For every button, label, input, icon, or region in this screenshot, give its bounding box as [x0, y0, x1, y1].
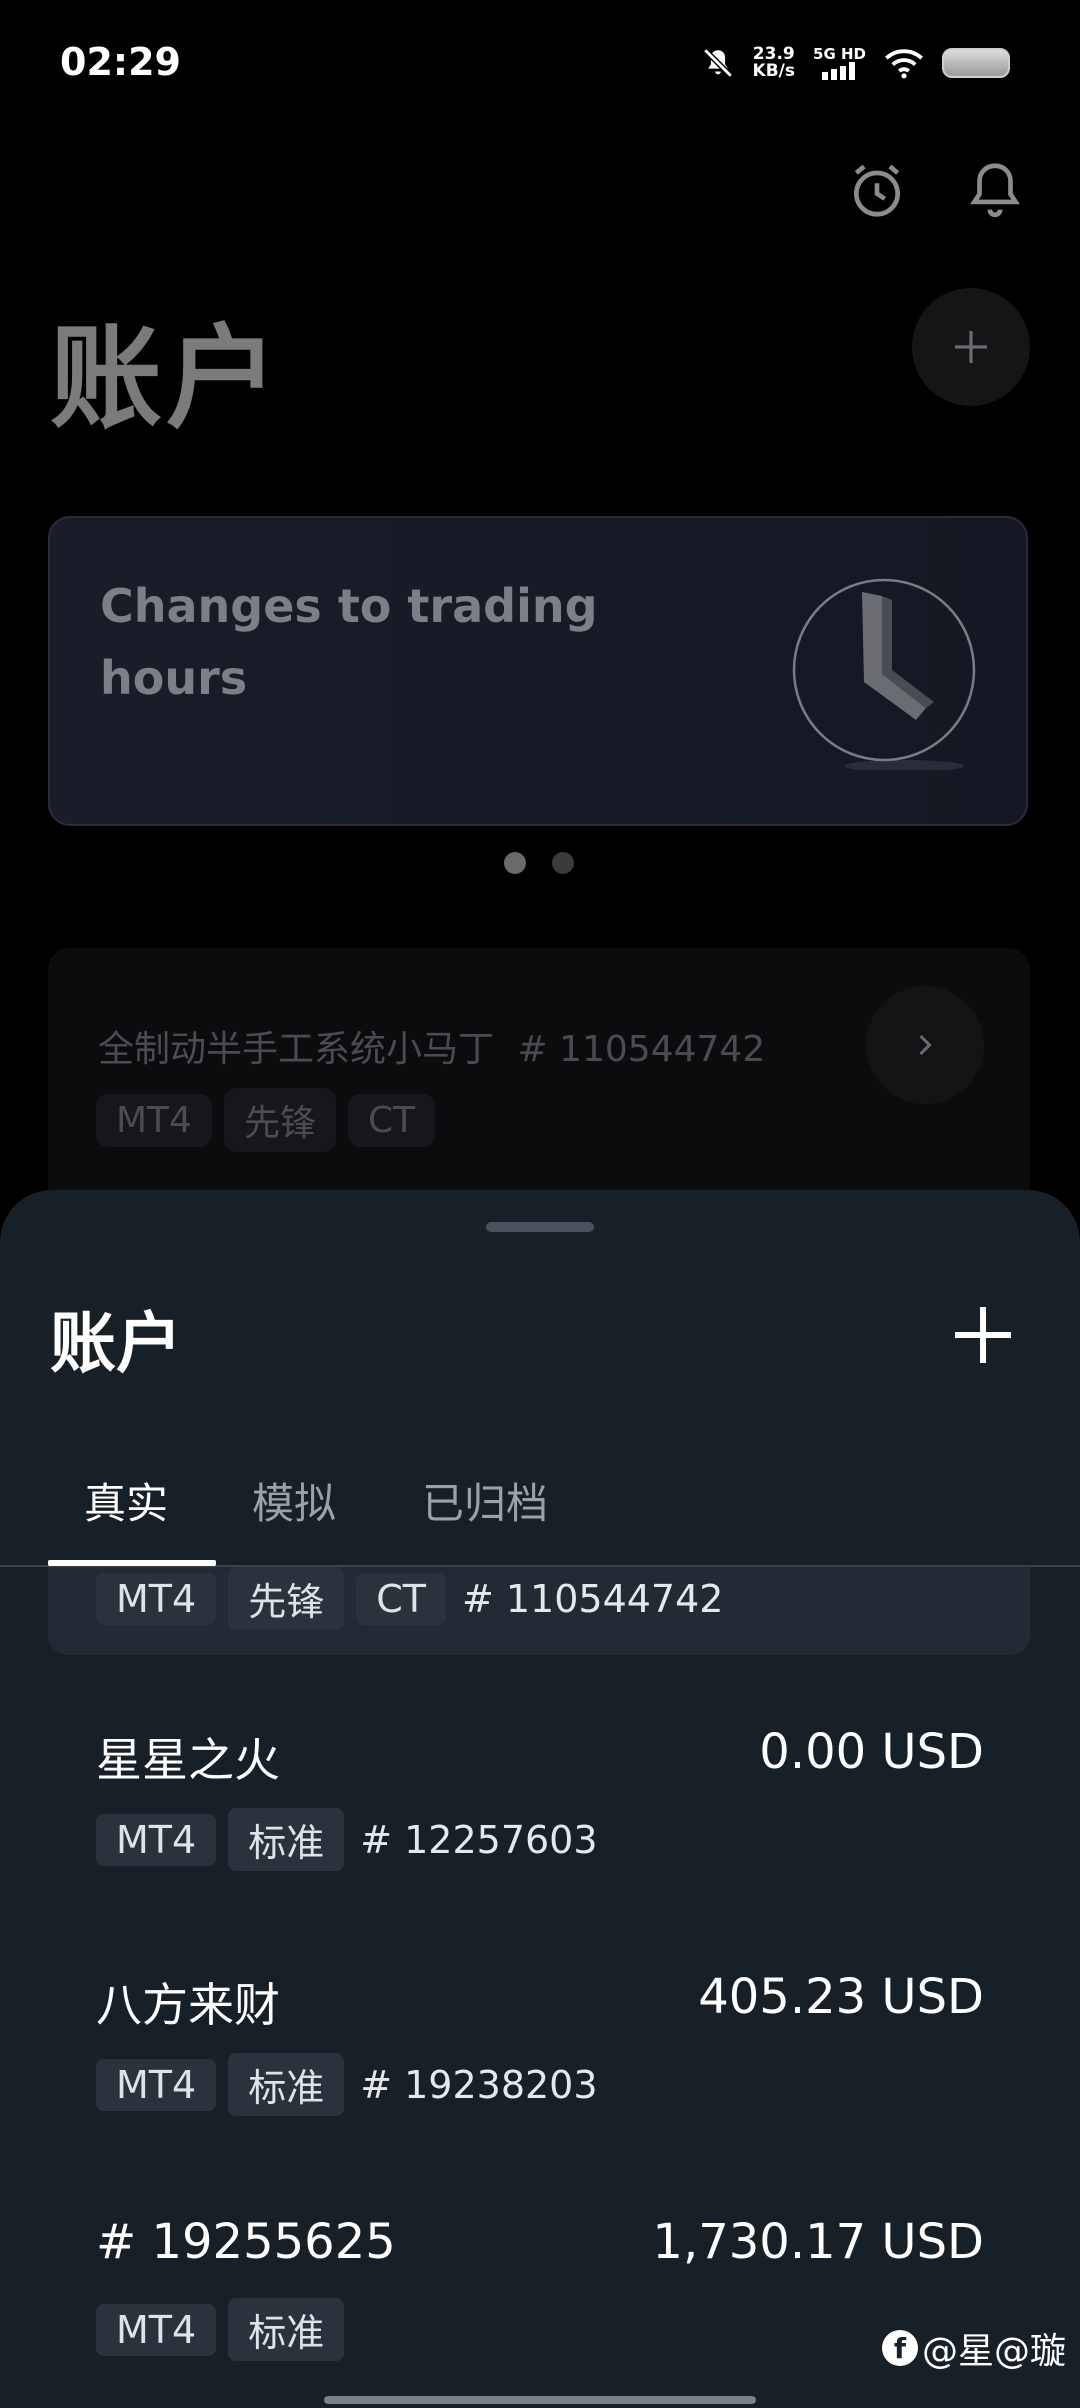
- network-speed: 23.9 KB/s: [752, 44, 796, 81]
- add-account-button-bg[interactable]: [912, 288, 1030, 406]
- account-number: # 110544742: [461, 1576, 724, 1621]
- account-balance: 0.00 USD: [759, 1724, 984, 1780]
- chevron-right-icon: [919, 1034, 932, 1056]
- signal-indicator: 5G HD: [813, 46, 866, 80]
- status-icons: 23.9 KB/s 5G HD: [701, 40, 1010, 86]
- account-name: # 19255625: [96, 2214, 396, 2270]
- account-card-arrow-button[interactable]: [866, 986, 984, 1104]
- account-balance: 405.23 USD: [698, 1969, 984, 2025]
- weibo-logo-icon: f: [881, 2330, 918, 2366]
- account-card-bg[interactable]: 全制动半手工系统小马丁 # 110544742 MT4 先锋 CT: [48, 948, 1030, 1208]
- tag-chip: MT4: [96, 1572, 217, 1625]
- account-tags: MT4 标准 # 12257603: [96, 1808, 598, 1871]
- account-tags: MT4 先锋 CT # 110544742: [96, 1567, 723, 1630]
- account-name: 星星之火: [96, 1733, 280, 1787]
- home-indicator[interactable]: [324, 2396, 756, 2404]
- sheet-drag-handle[interactable]: [486, 1222, 594, 1232]
- account-number: # 19238203: [360, 2062, 598, 2107]
- account-row-1[interactable]: 星星之火 0.00 USD MT4 标准 # 12257603: [0, 1720, 1080, 1890]
- status-time: 02:29: [60, 40, 181, 84]
- alarm-clock-icon[interactable]: [846, 160, 908, 222]
- carousel-dot-active[interactable]: [504, 852, 526, 874]
- tab-demo[interactable]: 模拟: [252, 1470, 336, 1531]
- tag-chip: 标准: [228, 1808, 345, 1871]
- tab-real[interactable]: 真实: [84, 1470, 168, 1531]
- tag-chip: 先锋: [223, 1088, 336, 1152]
- account-tags: MT4 标准: [96, 2298, 345, 2361]
- account-number: # 12257603: [360, 1817, 598, 1862]
- carousel-dot[interactable]: [552, 852, 574, 874]
- signal-icon: [821, 61, 855, 80]
- tag-chip: 标准: [228, 2298, 345, 2361]
- banner-text: Changes to trading hours: [100, 579, 598, 705]
- trading-hours-banner[interactable]: Changes to trading hours: [48, 516, 1028, 826]
- page-title: 账户: [50, 314, 282, 444]
- add-account-button[interactable]: [948, 1300, 1018, 1370]
- account-card-tags: MT4 先锋 CT: [96, 1088, 436, 1152]
- accounts-bottom-sheet: 账户 真实 模拟 已归档 MT4 先锋 CT # 110544742 星星之火 …: [0, 1190, 1080, 2408]
- account-card-title: 全制动半手工系统小马丁 # 110544742: [98, 1029, 766, 1070]
- tag-chip: CT: [347, 1093, 436, 1147]
- battery-icon: [942, 48, 1010, 78]
- plus-icon: [955, 331, 987, 363]
- tag-chip: 先锋: [228, 1567, 345, 1630]
- account-row-2[interactable]: 八方来财 405.23 USD MT4 标准 # 19238203: [0, 1965, 1080, 2135]
- tab-archived[interactable]: 已归档: [422, 1470, 548, 1531]
- tag-chip: MT4: [96, 1813, 217, 1866]
- account-balance: 1,730.17 USD: [652, 2214, 984, 2270]
- account-tags: MT4 标准 # 19238203: [96, 2053, 598, 2116]
- sheet-title: 账户: [50, 1305, 182, 1382]
- account-card-partial[interactable]: MT4 先锋 CT # 110544742: [48, 1567, 1030, 1655]
- watermark: f @星@璇: [881, 2322, 1066, 2374]
- clock-illustration-icon: [792, 578, 976, 770]
- tag-chip: MT4: [96, 2303, 217, 2356]
- tag-chip: CT: [356, 1572, 446, 1625]
- mute-bell-icon: [702, 48, 733, 78]
- tab-active-indicator: [48, 1560, 216, 1566]
- tag-chip: MT4: [96, 1093, 212, 1147]
- account-name: 八方来财: [96, 1978, 280, 2032]
- wifi-icon: [885, 49, 923, 79]
- notification-bell-icon[interactable]: [964, 158, 1026, 220]
- tag-chip: MT4: [96, 2058, 217, 2111]
- tag-chip: 标准: [228, 2053, 345, 2116]
